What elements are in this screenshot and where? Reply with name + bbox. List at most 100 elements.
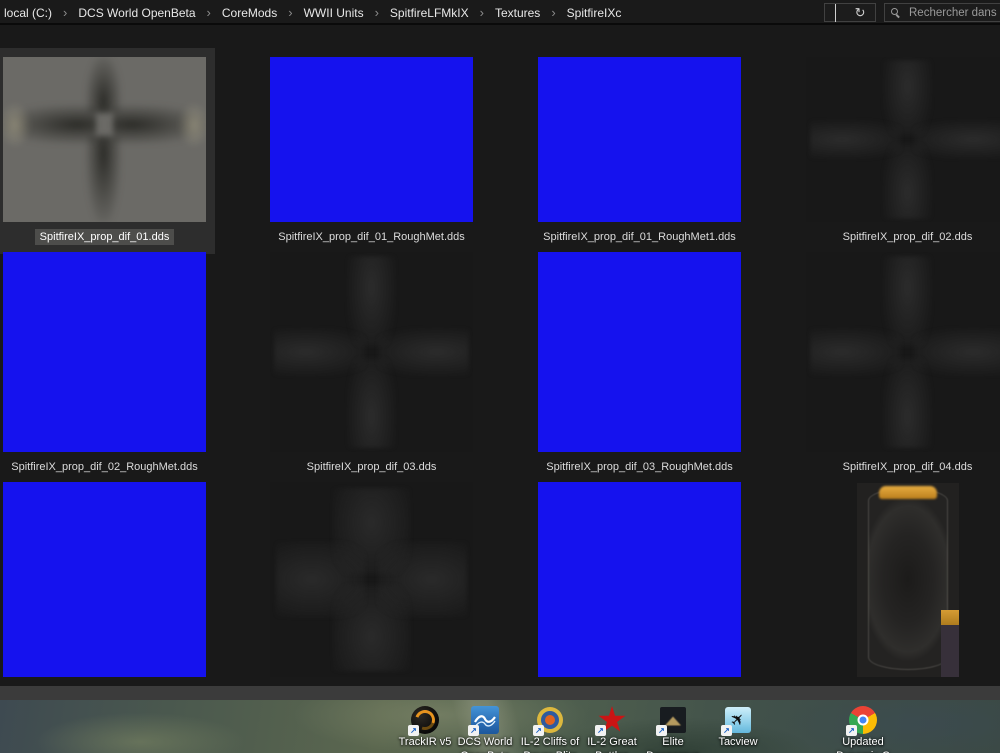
file-name: SpitfireIX_prop_dif_02_RoughMet.dds — [11, 461, 198, 473]
file-tile[interactable]: SpitfireIX_prop_dif_05.dds — [270, 482, 473, 686]
tacview-icon — [721, 705, 753, 736]
blade-glow — [177, 101, 206, 148]
desktop: TrackIR v5DCS WorldOpenBetaIL-2 Cliffs o… — [0, 700, 1000, 753]
breadcrumb: local (C:) › DCS World OpenBeta › CoreMods › W… — [2, 0, 623, 25]
file-thumbnail — [3, 57, 206, 222]
prop-blade — [810, 119, 902, 160]
file-thumbnail — [270, 57, 473, 222]
file-tile[interactable]: SpitfireIX_prop_dif_02_RoughMet.dds — [3, 252, 206, 475]
search-box — [884, 3, 1000, 22]
breadcrumb-item[interactable]: SpitfireLFMkIX — [388, 6, 471, 20]
file-thumbnail — [270, 482, 473, 677]
status-bar — [0, 686, 1000, 700]
search-input[interactable] — [909, 6, 1000, 19]
breadcrumb-separator: › — [63, 5, 68, 20]
prop-blade — [913, 328, 1000, 376]
file-name: SpitfireIX_prop_dif_04.dds — [842, 461, 973, 473]
file-thumbnail — [538, 482, 741, 677]
file-name: SpitfireIX_prop_dif_01.dds — [34, 229, 175, 245]
breadcrumb-item[interactable]: CoreMods — [220, 6, 279, 20]
file-tile[interactable]: SpitfireIX_prop_dif_05_RoughMet.dds — [538, 482, 741, 686]
file-thumbnail — [538, 57, 741, 222]
breadcrumb-item[interactable]: WWII Units — [302, 6, 366, 20]
prop-blade — [276, 542, 366, 617]
shortcut-arrow-icon — [656, 725, 667, 736]
file-name: SpitfireIX_prop_dif_02.dds — [842, 231, 973, 243]
file-thumbnail — [3, 482, 206, 677]
address-controls — [824, 3, 876, 22]
file-tile[interactable]: SpitfireIX_prop_dif_04.dds — [806, 252, 1000, 475]
breadcrumb-separator: › — [288, 5, 293, 20]
prop-blade — [810, 328, 902, 376]
file-tile[interactable]: SpitfireIX_prop_dif_blur0.dds — [806, 482, 1000, 686]
chevron-down-icon — [834, 3, 836, 22]
chrome-icon — [846, 705, 878, 736]
breadcrumb-item[interactable]: DCS World OpenBeta — [76, 6, 197, 20]
shortcut-arrow-icon — [721, 725, 732, 736]
file-thumbnail — [806, 482, 1000, 677]
file-name: SpitfireIX_prop_dif_03.dds — [306, 461, 437, 473]
file-thumbnail — [806, 57, 1000, 222]
blade-glow — [3, 101, 32, 148]
desktop-icon-tacview[interactable]: Tacview — [698, 705, 778, 750]
explorer-window: local (C:) › DCS World OpenBeta › CoreMods › W… — [0, 0, 1000, 753]
file-grid: SpitfireIX_prop_dif_01.dds SpitfireIX_pro… — [0, 25, 1000, 686]
search-icon — [891, 7, 901, 18]
refresh-icon — [855, 4, 866, 21]
elite-icon — [656, 705, 688, 736]
file-tile[interactable]: SpitfireIX_prop_dif_01.dds — [3, 57, 206, 245]
file-tile[interactable]: SpitfireIX_prop_dif_03.dds — [270, 252, 473, 475]
file-thumbnail — [3, 252, 206, 452]
file-tile[interactable]: SpitfireIX_prop_dif_01_RoughMet1.dds — [538, 57, 741, 245]
file-name: SpitfireIX_prop_dif_01_RoughMet1.dds — [543, 231, 736, 243]
file-name-row: SpitfireIX_prop_dif_03.dds — [270, 457, 473, 475]
file-tile[interactable]: SpitfireIX_prop_dif_02.dds — [806, 57, 1000, 245]
file-tile[interactable]: SpitfireIX_prop_dif_04_RoughMet.dds — [3, 482, 206, 686]
file-tile[interactable]: SpitfireIX_prop_dif_03_RoughMet.dds — [538, 252, 741, 475]
file-name-row: SpitfireIX_prop_dif_04.dds — [806, 457, 1000, 475]
shortcut-arrow-icon — [408, 725, 419, 736]
shortcut-arrow-icon — [846, 725, 857, 736]
shortcut-arrow-icon — [595, 725, 606, 736]
il2-gb-icon — [595, 705, 627, 736]
file-name-row: SpitfireIX_prop_dif_02_RoughMet.dds — [3, 457, 206, 475]
file-name: SpitfireIX_prop_dif_01_RoughMet.dds — [278, 231, 465, 243]
prop-blade — [377, 328, 469, 376]
blade-image — [857, 483, 959, 677]
shortcut-arrow-icon — [468, 725, 479, 736]
blade-strip — [941, 610, 959, 677]
desktop-icon-chrome[interactable]: UpdatedDynamic C — [823, 705, 903, 753]
dcs-icon — [468, 705, 500, 736]
shortcut-arrow-icon — [533, 725, 544, 736]
refresh-button[interactable] — [855, 4, 866, 22]
desktop-icon-label: Tacview — [718, 736, 758, 748]
file-name-row: SpitfireIX_prop_dif_03_RoughMet.dds — [538, 457, 741, 475]
propeller-blade — [868, 488, 948, 670]
blade-tip — [879, 486, 937, 499]
file-name-row: SpitfireIX_prop_dif_01_RoughMet1.dds — [538, 227, 741, 245]
file-thumbnail — [806, 252, 1000, 452]
breadcrumb-item[interactable]: Textures — [493, 6, 542, 20]
breadcrumb-item[interactable]: SpitfireIXc — [565, 6, 624, 20]
trackir-icon — [408, 705, 440, 736]
breadcrumb-separator: › — [374, 5, 379, 20]
file-thumbnail — [270, 252, 473, 452]
prop-blade — [274, 328, 366, 376]
address-bar: local (C:) › DCS World OpenBeta › CoreMods › W… — [0, 0, 1000, 25]
breadcrumb-separator: › — [206, 5, 211, 20]
file-name-row: SpitfireIX_prop_dif_01.dds — [3, 227, 206, 245]
breadcrumb-separator: › — [551, 5, 556, 20]
prop-blade — [86, 136, 121, 222]
desktop-icon-label: Updated — [842, 736, 884, 748]
prop-blade — [377, 542, 467, 617]
file-name-row: SpitfireIX_prop_dif_02.dds — [806, 227, 1000, 245]
prop-blade — [913, 119, 1000, 160]
breadcrumb-separator: › — [479, 5, 484, 20]
file-name: SpitfireIX_prop_dif_03_RoughMet.dds — [546, 461, 733, 473]
file-tile[interactable]: SpitfireIX_prop_dif_01_RoughMet.dds — [270, 57, 473, 245]
breadcrumb-item[interactable]: local (C:) — [2, 6, 54, 20]
file-thumbnail — [538, 252, 741, 452]
history-dropdown-button[interactable] — [834, 3, 836, 22]
strip-tip — [941, 610, 959, 625]
file-name-row: SpitfireIX_prop_dif_01_RoughMet.dds — [270, 227, 473, 245]
